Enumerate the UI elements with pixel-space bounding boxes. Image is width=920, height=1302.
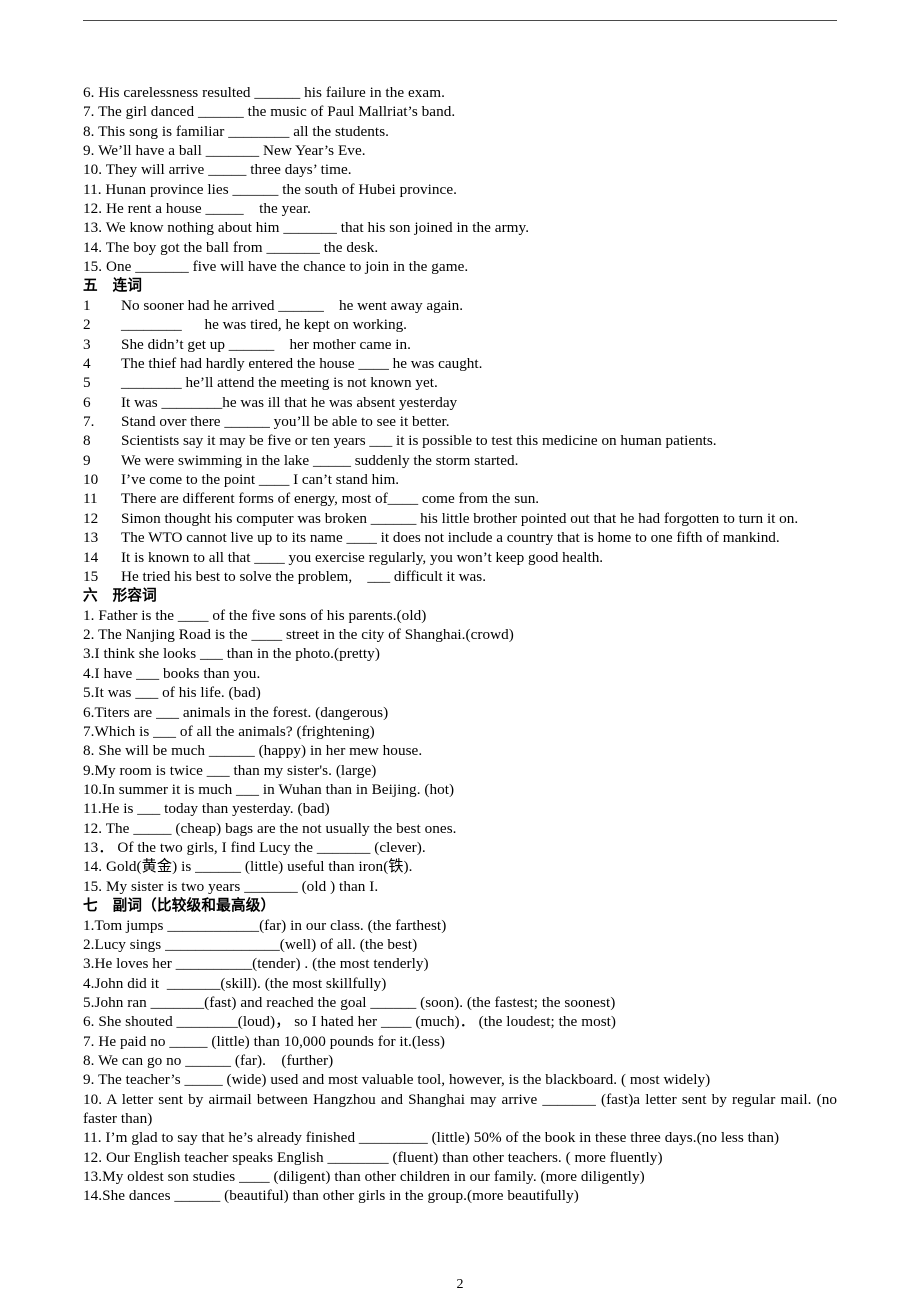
item-text: ________ he’ll attend the meeting is not… (121, 374, 438, 392)
item-number: 8 (83, 432, 91, 450)
item-number: 11 (83, 490, 98, 508)
item-text: It is known to all that ____ you exercis… (121, 548, 604, 566)
list-item: 15. One _______ five will have the chanc… (83, 258, 469, 276)
list-item: 8. This song is familiar ________ all th… (83, 122, 389, 140)
list-item: 11.He is ___ today than yesterday. (bad) (83, 800, 330, 818)
list-item: 7. The girl danced ______ the music of P… (83, 103, 456, 121)
item-number: 7. (83, 413, 95, 431)
list-item: 2 ________ he was tired, he kept on work… (83, 315, 837, 334)
list-item: 12. He rent a house _____ the year. (83, 200, 311, 218)
list-item: 12. The _____ (cheap) bags are the not u… (83, 819, 457, 837)
item-text: It was ________he was ill that he was ab… (121, 393, 458, 411)
list-item: 3 She didn’t get up ______ her mother ca… (83, 335, 837, 354)
list-item: 12 Simon thought his computer was broken… (83, 509, 837, 528)
item-number: 15 (83, 567, 99, 585)
item-number: 10 (83, 471, 99, 489)
item-text: He tried his best to solve the problem, … (121, 567, 487, 585)
list-item: 10. A letter sent by airmail between Han… (83, 1090, 841, 1127)
item-text: ________ he was tired, he kept on workin… (121, 316, 407, 334)
list-item: 11. Hunan province lies ______ the south… (83, 180, 457, 198)
conjunctions-list: 1 No sooner had he arrived ______ he wen… (83, 296, 837, 586)
item-number: 14 (83, 548, 99, 566)
item-number: 6 (83, 393, 91, 411)
item-number: 1 (83, 297, 91, 315)
prepositions-list: 6. His carelessness resulted ______ his … (83, 83, 837, 276)
page-number: 2 (456, 1277, 464, 1292)
item-text: Stand over there ______ you’ll be able t… (121, 413, 450, 431)
item-text: The thief had hardly entered the house _… (121, 355, 483, 373)
list-item: 10 I’ve come to the point ____ I can’t s… (83, 470, 837, 489)
list-item: 14 It is known to all that ____ you exer… (83, 548, 837, 567)
list-item: 14. Gold(黄金) is ______ (little) useful t… (83, 858, 413, 876)
list-item: 11 There are different forms of energy, … (83, 489, 837, 508)
item-number: 12 (83, 509, 99, 527)
list-item: 13． Of the two girls, I find Lucy the __… (83, 838, 426, 856)
item-text: I’ve come to the point ____ I can’t stan… (121, 471, 400, 489)
adverbs-list: 1.Tom jumps ____________(far) in our cla… (83, 916, 837, 1206)
list-item: 13. We know nothing about him _______ th… (83, 219, 530, 237)
document-body: 6. His carelessness resulted ______ his … (83, 83, 837, 1206)
worksheet-page: 6. His carelessness resulted ______ his … (0, 0, 920, 1302)
list-item: 3.He loves her __________(tender) . (the… (83, 955, 429, 973)
list-item: 3.I think she looks ___ than in the phot… (83, 645, 380, 663)
header-rule (83, 20, 837, 21)
list-item: 13 The WTO cannot live up to its name __… (83, 528, 837, 547)
list-item: 8 Scientists say it may be five or ten y… (83, 431, 837, 450)
list-item: 2. The Nanjing Road is the ____ street i… (83, 626, 514, 644)
list-item: 6 It was ________he was ill that he was … (83, 393, 837, 412)
list-item: 4.John did it _______(skill). (the most … (83, 974, 387, 992)
item-text: Scientists say it may be five or ten yea… (121, 432, 717, 450)
list-item: 14. The boy got the ball from _______ th… (83, 238, 379, 256)
item-number: 3 (83, 335, 91, 353)
list-item: 6.Titers are ___ animals in the forest. … (83, 703, 389, 721)
list-item: 7.Which is ___ of all the animals? (frig… (83, 722, 375, 740)
list-item: 9.My room is twice ___ than my sister's.… (83, 761, 377, 779)
section-heading-adverbs: 七 副词（比较级和最高级） (83, 896, 276, 914)
list-item: 11. I’m glad to say that he’s already fi… (83, 1129, 780, 1147)
list-item: 6. She shouted ________(loud)， so I hate… (83, 1013, 617, 1031)
item-number: 5 (83, 374, 91, 392)
item-text: We were swimming in the lake _____ sudde… (121, 451, 519, 469)
list-item: 12. Our English teacher speaks English _… (83, 1148, 663, 1166)
item-number: 4 (83, 355, 91, 373)
list-item: 9. The teacher’s _____ (wide) used and m… (83, 1071, 711, 1089)
list-item: 1 No sooner had he arrived ______ he wen… (83, 296, 837, 315)
list-item: 9. We’ll have a ball _______ New Year’s … (83, 142, 366, 160)
list-item: 10.In summer it is much ___ in Wuhan tha… (83, 780, 455, 798)
list-item: 14.She dances ______ (beautiful) than ot… (83, 1187, 579, 1205)
item-text: No sooner had he arrived ______ he went … (121, 297, 464, 315)
list-item: 13.My oldest son studies ____ (diligent)… (83, 1168, 645, 1185)
list-item: 15 He tried his best to solve the proble… (83, 567, 837, 586)
item-text: She didn’t get up ______ her mother came… (121, 335, 411, 353)
list-item: 2.Lucy sings _______________(well) of al… (83, 935, 418, 953)
section-heading-conjunctions: 五 连词 (83, 277, 143, 295)
item-number: 2 (83, 316, 91, 334)
list-item: 4.I have ___ books than you. (83, 664, 261, 682)
list-item: 8. We can go no ______ (far). (further) (83, 1051, 334, 1069)
list-item: 6. His carelessness resulted ______ his … (83, 84, 445, 101)
item-text: There are different forms of energy, mos… (121, 490, 540, 508)
list-item: 7. He paid no _____ (little) than 10,000… (83, 1032, 446, 1050)
item-number: 13 (83, 529, 99, 547)
list-item: 5.John ran _______(fast) and reached the… (83, 993, 616, 1011)
list-item: 1.Tom jumps ____________(far) in our cla… (83, 916, 447, 934)
list-item: 5 ________ he’ll attend the meeting is n… (83, 373, 837, 392)
item-number: 9 (83, 451, 91, 469)
item-text: Simon thought his computer was broken __… (121, 509, 799, 527)
list-item: 9 We were swimming in the lake _____ sud… (83, 451, 837, 470)
adjectives-list: 1. Father is the ____ of the five sons o… (83, 606, 837, 896)
list-item: 8. She will be much ______ (happy) in he… (83, 742, 423, 760)
list-item: 1. Father is the ____ of the five sons o… (83, 606, 427, 624)
list-item: 10. They will arrive _____ three days’ t… (83, 161, 352, 179)
list-item: 5.It was ___ of his life. (bad) (83, 684, 261, 702)
item-text: The WTO cannot live up to its name ____ … (121, 529, 780, 547)
list-item: 4 The thief had hardly entered the house… (83, 354, 837, 373)
list-item: 7. Stand over there ______ you’ll be abl… (83, 412, 837, 431)
section-heading-adjectives: 六 形容词 (83, 587, 157, 605)
list-item: 15. My sister is two years _______ (old … (83, 877, 379, 895)
